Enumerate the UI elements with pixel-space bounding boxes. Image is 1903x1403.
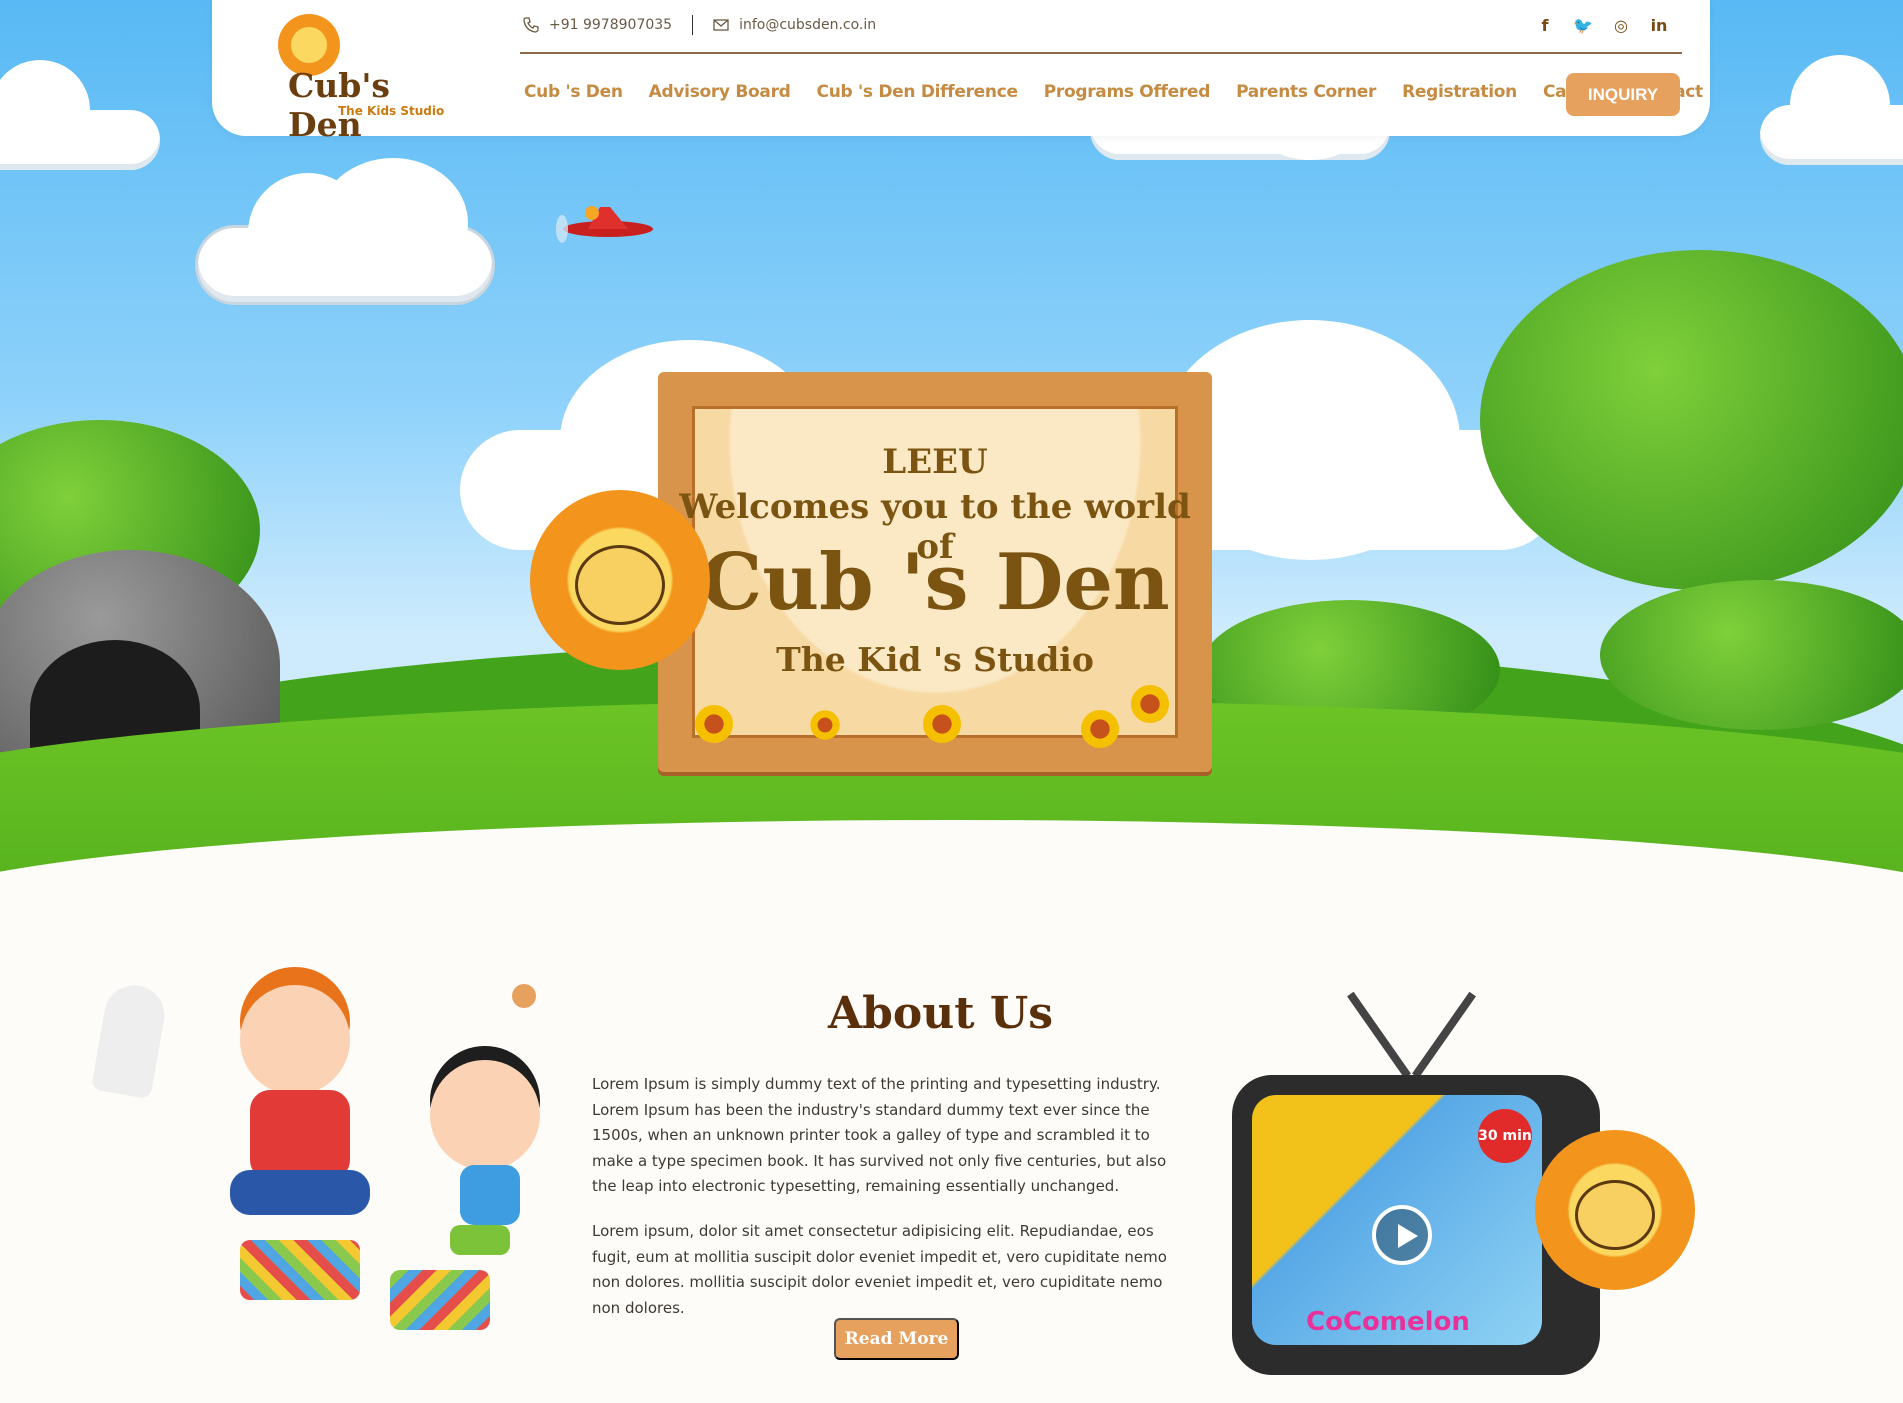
main-nav: Cub 's Den Advisory Board Cub 's Den Dif… — [524, 82, 1703, 102]
sunflower — [1078, 707, 1122, 751]
kid-shirt-blue — [460, 1165, 520, 1225]
instagram-icon[interactable]: ◎ — [1610, 14, 1632, 36]
nav-programs-offered[interactable]: Programs Offered — [1044, 82, 1211, 102]
tv-antenna — [1412, 991, 1476, 1079]
sunflower — [692, 702, 736, 746]
nav-registration[interactable]: Registration — [1402, 82, 1517, 102]
email-address[interactable]: info@cubsden.co.in — [739, 17, 876, 33]
cloud — [0, 60, 160, 170]
phone-icon — [523, 17, 539, 33]
lion-mascot-tv — [1535, 1130, 1695, 1290]
bush — [1600, 580, 1903, 730]
sign-brand: Cub 's Den — [700, 537, 1170, 628]
facebook-icon[interactable]: f — [1534, 14, 1556, 36]
read-more-button[interactable]: Read More — [834, 1318, 959, 1360]
about-title: About Us — [828, 988, 1054, 1039]
welcome-sign: LEEU Welcomes you to the world of Cub 's… — [658, 372, 1212, 772]
logo-tagline: The Kids Studio — [338, 104, 445, 118]
phone-number[interactable]: +91 9978907035 — [549, 17, 672, 33]
cloud — [195, 158, 495, 305]
tv-antenna — [1347, 991, 1411, 1079]
sunflower — [1128, 682, 1172, 726]
inquiry-button[interactable]: INQUIRY — [1566, 73, 1680, 116]
kid-shorts-blue — [230, 1170, 370, 1215]
kid-shorts-green — [450, 1225, 510, 1255]
contact-bar: +91 9978907035 info@cubsden.co.in — [523, 14, 876, 36]
nav-cubs-den[interactable]: Cub 's Den — [524, 82, 623, 102]
video-thumbnail[interactable]: 30 min CoComelon — [1252, 1095, 1542, 1345]
lion-face — [1575, 1180, 1655, 1250]
nav-cubs-den-difference[interactable]: Cub 's Den Difference — [817, 82, 1018, 102]
sign-subtitle: The Kid 's Studio — [776, 640, 1094, 679]
lego-blocks — [390, 1270, 490, 1330]
nav-parents-corner[interactable]: Parents Corner — [1236, 82, 1376, 102]
video-duration-badge: 30 min — [1478, 1109, 1532, 1163]
sunflower — [920, 702, 964, 746]
airplane-illustration — [556, 206, 653, 243]
sign-line1: LEEU — [882, 442, 988, 482]
about-paragraph-1: Lorem Ipsum is simply dummy text of the … — [592, 1075, 1167, 1195]
play-icon[interactable] — [1372, 1205, 1432, 1265]
site-header: Cub's Den The Kids Studio +91 9978907035… — [212, 0, 1710, 144]
lion-face — [575, 545, 665, 625]
social-links: f 🐦 ◎ in — [1534, 14, 1670, 36]
kid-illustration-2 — [430, 1060, 540, 1170]
kid-shirt-red — [250, 1090, 350, 1180]
lego-blocks — [240, 1240, 360, 1300]
nav-advisory-board[interactable]: Advisory Board — [649, 82, 791, 102]
kid-illustration-1 — [240, 985, 350, 1095]
twitter-icon[interactable]: 🐦 — [1572, 14, 1594, 36]
about-paragraph-2: Lorem ipsum, dolor sit amet consectetur … — [592, 1222, 1167, 1317]
decorative-dot — [512, 984, 536, 1008]
tree-canopy — [1480, 250, 1903, 590]
site-logo[interactable]: Cub's Den The Kids Studio — [238, 14, 448, 144]
video-brand: CoComelon — [1306, 1307, 1470, 1337]
cloud — [1760, 55, 1903, 165]
linkedin-icon[interactable]: in — [1648, 14, 1670, 36]
mail-icon — [713, 19, 729, 31]
lion-mascot — [530, 490, 710, 670]
header-divider — [520, 52, 1682, 54]
divider — [692, 15, 694, 35]
sunflower — [808, 708, 842, 742]
rocket-illustration — [90, 980, 170, 1100]
